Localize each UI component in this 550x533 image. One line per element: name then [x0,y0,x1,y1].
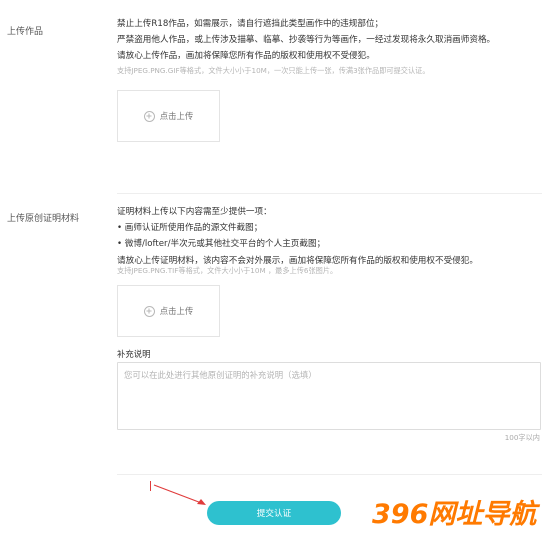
submit-certification-button[interactable]: 提交认证 [207,501,341,525]
supplement-textarea[interactable] [117,362,541,430]
upload-works-button[interactable]: 点击上传 [117,90,220,142]
plus-circle-icon [143,110,155,122]
rule-line: • 画师认证所使用作品的源文件截图； [117,223,263,234]
upload-proof-hint: 支持JPEG.PNG.TIF等格式，文件大小小于10M ，最多上传6张图片。 [117,266,338,275]
section-divider [117,193,542,194]
red-arrow-icon [153,484,206,505]
supplement-label: 补充说明 [117,349,151,359]
upload-proof-button[interactable]: 点击上传 [117,285,220,337]
upload-proof-label: 上传原创证明材料 [7,214,80,224]
upload-button-label: 点击上传 [159,306,194,316]
upload-works-hint: 支持JPEG.PNG.GIF等格式，文件大小小于10M，一次只能上传一张，传满3… [117,66,430,75]
rule-line: 禁止上传R18作品，如需展示，请自行遮挡此类型画作中的违规部位； [117,19,384,29]
upload-works-label: 上传作品 [7,27,44,37]
upload-works-rules: 禁止上传R18作品，如需展示，请自行遮挡此类型画作中的违规部位； 严禁盗用他人作… [117,16,542,65]
rule-line: • 微博/lofter/半次元或其他社交平台的个人主页截图； [117,239,326,250]
upload-button-label: 点击上传 [159,111,194,121]
watermark-logo: 396网址导航 [372,499,537,530]
upload-proof-rules: 证明材料上传以下内容需至少提供一项： • 画师认证所使用作品的源文件截图； • … [117,204,542,269]
rule-line: 证明材料上传以下内容需至少提供一项： [117,207,272,217]
rule-line: 请放心上传作品，画加将保障您所有作品的版权和使用权不受侵犯。 [117,51,375,62]
rule-line: 严禁盗用他人作品，或上传涉及描摹、临摹、抄袭等行为等画作，一经过发现将永久取消画… [117,35,496,46]
char-limit-counter: 100字以内 [504,433,540,442]
section-divider [117,474,542,475]
plus-circle-icon [143,305,155,317]
